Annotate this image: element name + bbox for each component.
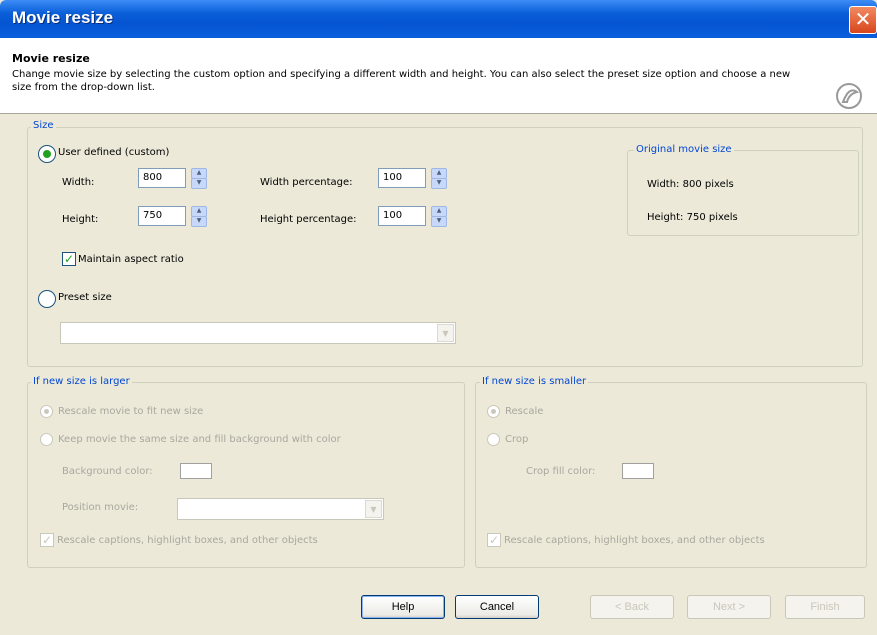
maintain-aspect-label: Maintain aspect ratio [78, 254, 184, 265]
preset-label: Preset size [58, 292, 112, 303]
rescale-movie-label: Rescale movie to fit new size [58, 406, 204, 417]
next-button[interactable]: Next > [687, 595, 771, 619]
custom-radio[interactable] [38, 145, 56, 163]
close-icon: ✕ [854, 7, 872, 31]
custom-label: User defined (custom) [58, 147, 170, 158]
crop-fill-color-label: Crop fill color: [526, 466, 596, 477]
cancel-button[interactable]: Cancel [455, 595, 539, 619]
crop-radio[interactable] [487, 433, 500, 446]
header-title: Movie resize [12, 52, 90, 65]
close-button[interactable]: ✕ [849, 6, 877, 34]
background-color-label: Background color: [62, 466, 153, 477]
keep-size-radio[interactable] [40, 433, 53, 446]
larger-rescale-objects-label: Rescale captions, highlight boxes, and o… [57, 535, 318, 546]
preset-radio[interactable] [38, 290, 56, 308]
larger-legend: If new size is larger [31, 376, 132, 387]
window-title: Movie resize [12, 8, 114, 27]
preset-size-dropdown[interactable]: ▼ [60, 322, 456, 344]
width-down-button[interactable]: ▼ [191, 178, 207, 189]
rescale-movie-radio[interactable] [40, 405, 53, 418]
original-size-legend: Original movie size [634, 144, 734, 155]
width-percentage-input[interactable]: 100 [378, 168, 426, 188]
height-percentage-down-button[interactable]: ▼ [431, 216, 447, 227]
original-width-text: Width: 800 pixels [647, 179, 734, 190]
title-bar: Movie resize ✕ [0, 0, 877, 38]
crop-label: Crop [505, 434, 529, 445]
larger-rescale-objects-checkbox[interactable]: ✓ [40, 533, 54, 547]
background-color-swatch[interactable] [180, 463, 212, 479]
help-button[interactable]: Help [361, 595, 445, 619]
width-percentage-down-button[interactable]: ▼ [431, 178, 447, 189]
keep-size-label: Keep movie the same size and fill backgr… [58, 434, 341, 445]
height-label: Height: [62, 214, 99, 225]
chevron-down-icon: ▼ [365, 500, 382, 518]
header-description: Change movie size by selecting the custo… [12, 69, 791, 93]
chevron-down-icon: ▼ [437, 324, 454, 342]
original-size-group [627, 150, 859, 236]
app-logo-icon [835, 82, 863, 113]
dialog-header: Movie resize Change movie size by select… [0, 38, 877, 114]
smaller-rescale-label: Rescale [505, 406, 544, 417]
original-height-text: Height: 750 pixels [647, 212, 738, 223]
height-down-button[interactable]: ▼ [191, 216, 207, 227]
back-button[interactable]: < Back [590, 595, 674, 619]
smaller-rescale-objects-label: Rescale captions, highlight boxes, and o… [504, 535, 765, 546]
width-input[interactable]: 800 [138, 168, 186, 188]
maintain-aspect-checkbox[interactable]: ✓ [62, 252, 76, 266]
position-movie-dropdown[interactable]: ▼ [177, 498, 384, 520]
position-movie-label: Position movie: [62, 502, 139, 513]
height-input[interactable]: 750 [138, 206, 186, 226]
finish-button[interactable]: Finish [785, 595, 865, 619]
width-label: Width: [62, 177, 95, 188]
height-percentage-input[interactable]: 100 [378, 206, 426, 226]
size-legend: Size [31, 120, 56, 131]
smaller-rescale-radio[interactable] [487, 405, 500, 418]
height-percentage-label: Height percentage: [260, 214, 357, 225]
crop-fill-color-swatch[interactable] [622, 463, 654, 479]
smaller-legend: If new size is smaller [480, 376, 589, 387]
smaller-rescale-objects-checkbox[interactable]: ✓ [487, 533, 501, 547]
width-percentage-label: Width percentage: [260, 177, 353, 188]
